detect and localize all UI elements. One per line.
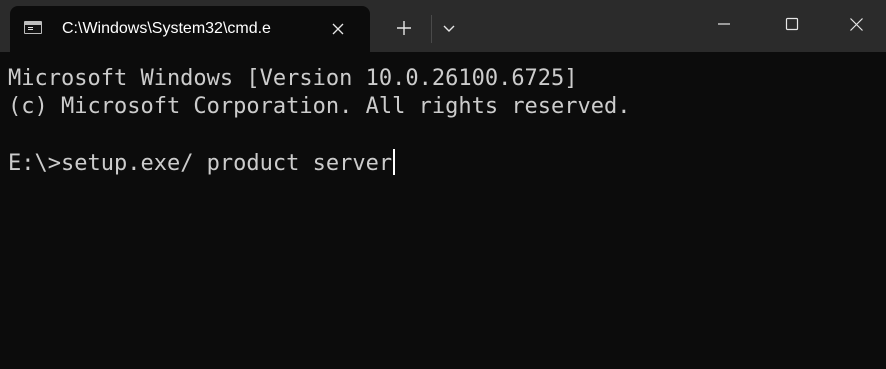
close-icon — [332, 23, 344, 35]
console-line-copyright: (c) Microsoft Corporation. All rights re… — [8, 94, 631, 119]
plus-icon — [397, 21, 411, 35]
terminal-window: C:\Windows\System32\cmd.e Microsoft Wind… — [0, 0, 886, 369]
close-window-button[interactable] — [826, 0, 886, 48]
title-bar[interactable]: C:\Windows\System32\cmd.e — [0, 0, 886, 52]
tab-close-button[interactable] — [323, 14, 353, 44]
command-input[interactable]: setup.exe/ product server — [61, 151, 392, 176]
command-line[interactable]: E:\>setup.exe/ product server — [8, 149, 396, 179]
console-line-version: Microsoft Windows [Version 10.0.26100.67… — [8, 66, 578, 91]
minimize-button[interactable] — [690, 0, 758, 48]
tab-title: C:\Windows\System32\cmd.e — [62, 20, 271, 37]
tab-separator — [431, 15, 432, 43]
tab-dropdown-button[interactable] — [434, 6, 464, 50]
chevron-down-icon — [443, 25, 455, 32]
minimize-icon — [718, 23, 730, 25]
text-cursor — [393, 149, 396, 175]
maximize-icon — [785, 17, 799, 31]
close-icon — [849, 17, 863, 31]
new-tab-button[interactable] — [386, 6, 422, 50]
maximize-button[interactable] — [758, 0, 826, 48]
cmd-console-icon — [24, 21, 42, 34]
command-prompt: E:\> — [8, 151, 61, 176]
console-output[interactable]: Microsoft Windows [Version 10.0.26100.67… — [0, 52, 886, 369]
tab-cmd[interactable]: C:\Windows\System32\cmd.e — [10, 6, 370, 52]
